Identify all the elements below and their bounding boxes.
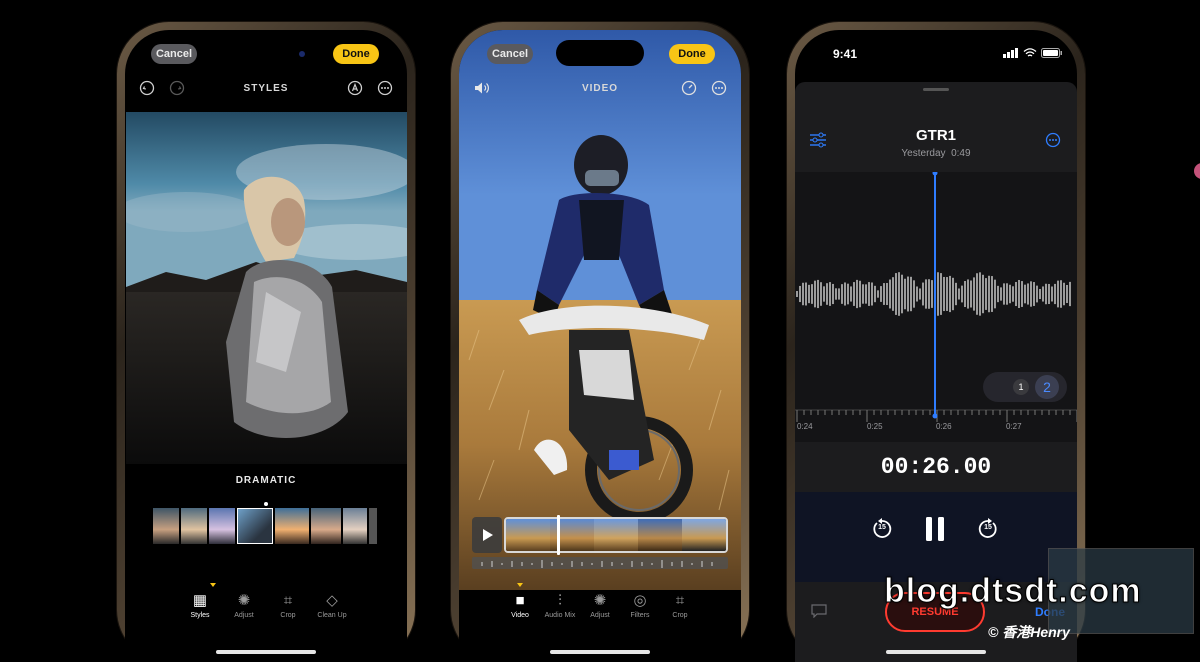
watermark-credit: © 香港Henry (988, 624, 1070, 640)
eraser-icon: ◇ (326, 592, 338, 609)
recording-title: GTR1 (915, 127, 956, 144)
more-icon[interactable] (711, 80, 727, 101)
video-camera-icon: ■ (515, 592, 525, 609)
style-thumb-selected[interactable] (237, 508, 273, 544)
done-button[interactable]: Done (333, 44, 379, 64)
signal-icon (1003, 48, 1018, 58)
playhead[interactable] (557, 515, 560, 555)
phone-photos-styles: Cancel Done STYLES DRAMATIC ▦ Styles ✺ A… (117, 22, 415, 662)
recording-date: Yesterday (901, 148, 946, 159)
tab-styles[interactable]: ▦ Styles (183, 590, 217, 619)
tab-adjust[interactable]: ✺ Adjust (227, 590, 261, 619)
style-filmstrip[interactable] (153, 508, 383, 544)
elapsed-timer: 00:26.00 (880, 454, 992, 480)
style-thumb[interactable] (209, 508, 235, 544)
play-icon (483, 529, 493, 541)
crop-icon: ⌗ (675, 592, 685, 609)
tab-adjust[interactable]: ✺ Adjust (583, 590, 617, 619)
tab-video[interactable]: ■ Video (503, 590, 537, 619)
phone1-tabbar: ▦ Styles ✺ Adjust ⌗ Crop ◇ Clean Up (125, 590, 407, 619)
timeline-frame (594, 519, 638, 551)
tab-filters[interactable]: ◎ Filters (623, 590, 657, 619)
crop-icon: ⌗ (283, 592, 293, 609)
skip-back-button[interactable]: 15 (871, 518, 893, 540)
style-thumb[interactable] (311, 508, 341, 544)
grid-icon: ▦ (192, 592, 208, 609)
camera-dot (299, 51, 305, 57)
speed-icon[interactable] (681, 80, 697, 101)
skip-forward-label: 15 (984, 524, 992, 531)
phone3-screen: 9:41 GTR1 Yesterday 0:49 0:24 0:25 0:26 … (795, 30, 1077, 662)
tab-crop[interactable]: ⌗ Crop (663, 590, 697, 619)
active-tab-marker (210, 583, 216, 587)
pause-button[interactable] (923, 514, 947, 544)
video-preview (459, 30, 741, 590)
style-name: DRAMATIC (235, 475, 297, 486)
layer-switcher: 1 2 (983, 372, 1067, 402)
audio-track[interactable] (472, 557, 728, 569)
edge-indicator (1194, 163, 1200, 179)
watermark-site: blog.dtsdt.com (884, 572, 1142, 611)
recording-meta: Yesterday 0:49 (795, 148, 1077, 159)
dynamic-island (892, 40, 980, 66)
style-indicator-dot (264, 502, 268, 506)
style-thumb[interactable] (369, 508, 377, 544)
more-icon[interactable] (377, 80, 393, 101)
tick-label: 0:25 (867, 422, 883, 431)
active-tab-marker (517, 583, 523, 587)
recording-duration: 0:49 (951, 148, 971, 159)
dial-icon: ✺ (237, 592, 251, 609)
waveform-area[interactable]: 0:24 0:25 0:26 0:27 1 2 (795, 170, 1077, 442)
transcript-icon[interactable] (811, 604, 827, 623)
phone2-tabbar: ■ Video ⫶ Audio Mix ✺ Adjust ◎ Filters ⌗ Crop (459, 590, 741, 619)
wifi-icon (1023, 48, 1037, 57)
layer-2-button[interactable]: 2 (1035, 375, 1059, 399)
cancel-button[interactable]: Cancel (487, 44, 533, 64)
photo-preview (126, 112, 407, 464)
skip-forward-button[interactable]: 15 (977, 518, 999, 540)
home-indicator (216, 650, 316, 654)
editor-title: STYLES (243, 83, 289, 94)
phone-voice-memos: 9:41 GTR1 Yesterday 0:49 0:24 0:25 0:26 … (787, 22, 1085, 662)
layer-1-button[interactable]: 1 (1013, 379, 1029, 395)
battery-icon (1041, 48, 1062, 58)
tick-label: 0:26 (936, 422, 952, 431)
tick-label: 0:24 (797, 422, 813, 431)
done-button[interactable]: Done (669, 44, 715, 64)
phone2-screen: Cancel Done VIDEO ■ Video ⫶ Audio Mix ✺ … (459, 30, 741, 662)
sheet-grabber[interactable] (923, 88, 949, 91)
play-button[interactable] (472, 517, 502, 553)
more-icon[interactable] (1045, 132, 1061, 153)
phone1-screen: Cancel Done STYLES DRAMATIC ▦ Styles ✺ A… (125, 30, 407, 662)
markup-icon[interactable] (347, 80, 363, 101)
filters-icon: ◎ (633, 592, 647, 609)
audio-waveform (481, 560, 713, 568)
home-indicator (550, 650, 650, 654)
style-thumb[interactable] (275, 508, 309, 544)
video-timeline[interactable] (504, 517, 728, 553)
pause-icon (926, 517, 944, 541)
timeline-frame (506, 519, 550, 551)
dynamic-island (556, 40, 644, 66)
tab-crop[interactable]: ⌗ Crop (271, 590, 305, 619)
style-thumb[interactable] (181, 508, 207, 544)
tick-label: 0:27 (1006, 422, 1022, 431)
timeline-frame (638, 519, 682, 551)
status-icons (1003, 48, 1063, 58)
tab-audio-mix[interactable]: ⫶ Audio Mix (543, 590, 577, 619)
editor-title: VIDEO (581, 83, 619, 94)
home-indicator (886, 650, 986, 654)
style-thumb[interactable] (153, 508, 179, 544)
waveform-person-icon: ⫶ (558, 592, 562, 609)
skip-back-label: 15 (878, 524, 886, 531)
status-time: 9:41 (833, 47, 858, 61)
cancel-button[interactable]: Cancel (151, 44, 197, 64)
controls-panel: 15 15 (795, 492, 1077, 582)
phone-video-editor: Cancel Done VIDEO ■ Video ⫶ Audio Mix ✺ … (451, 22, 749, 662)
timeline-frame (682, 519, 726, 551)
style-thumb[interactable] (343, 508, 367, 544)
tab-clean-up[interactable]: ◇ Clean Up (315, 590, 349, 619)
dial-icon: ✺ (593, 592, 607, 609)
